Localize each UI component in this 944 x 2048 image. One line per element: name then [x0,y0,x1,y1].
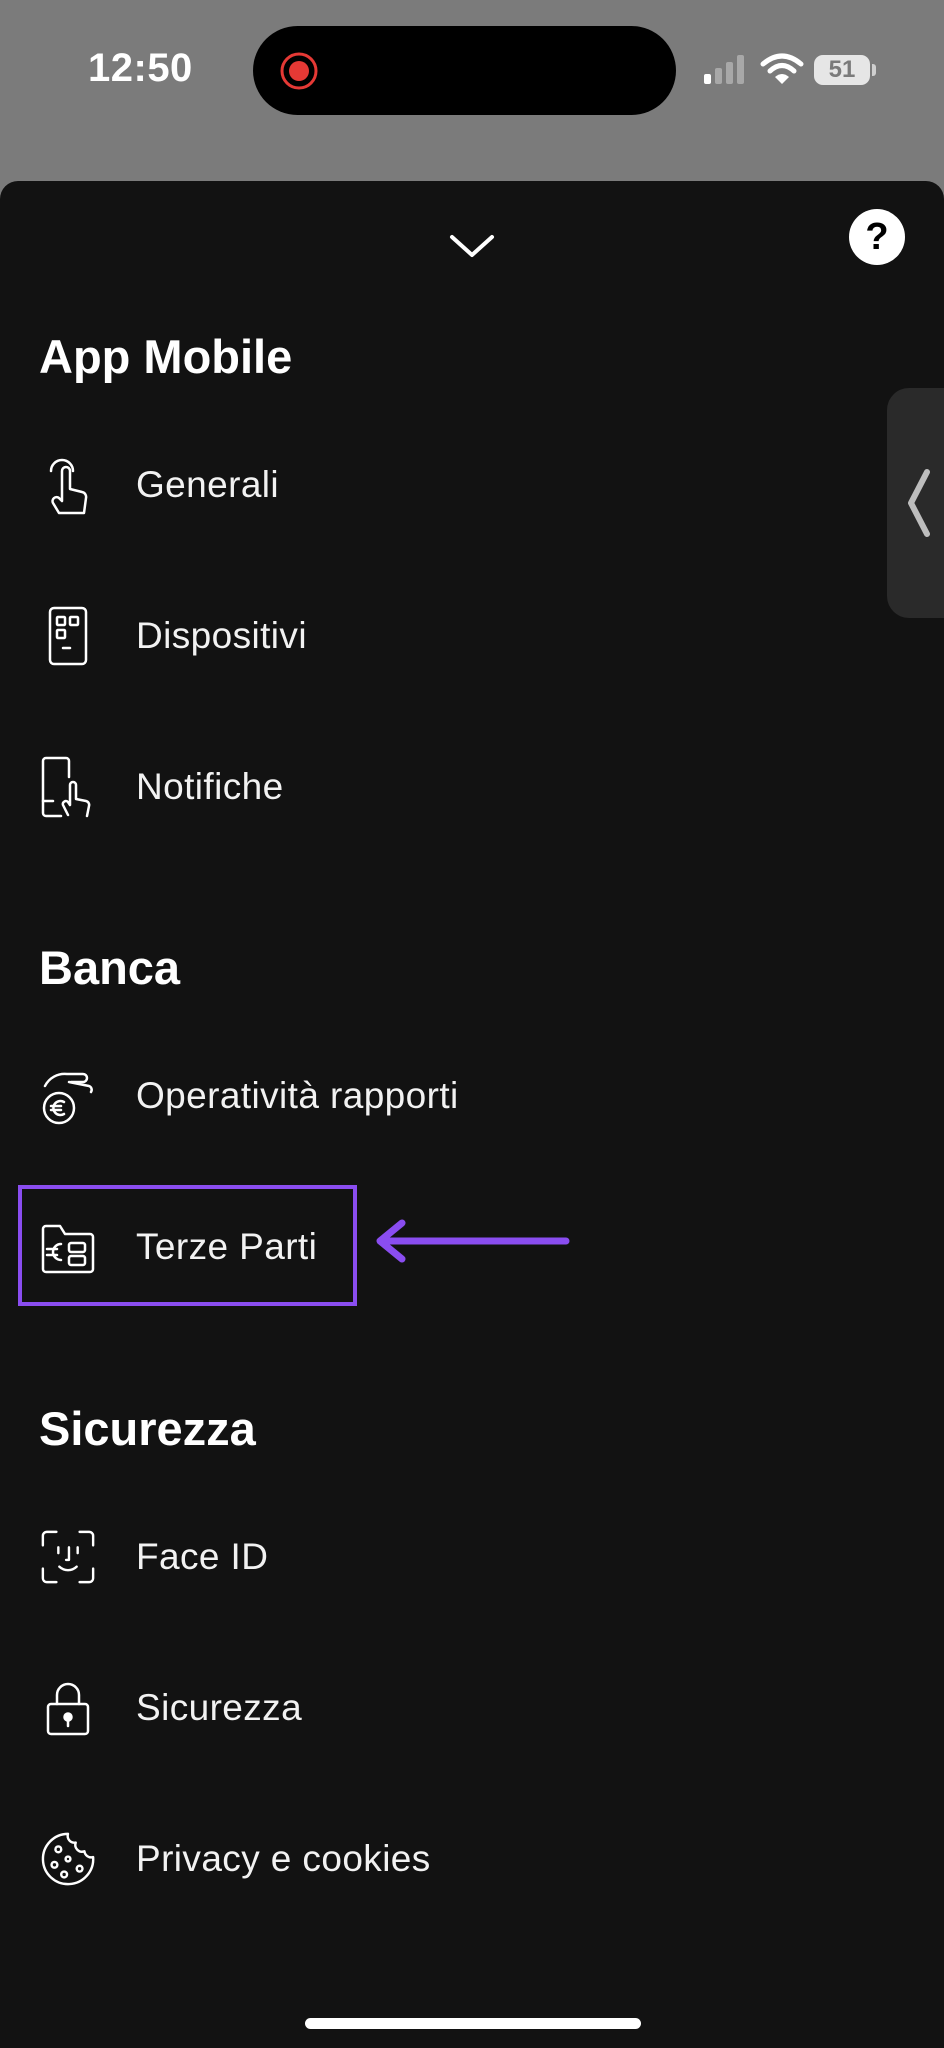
menu-item-label: Privacy e cookies [136,1838,431,1879]
status-time: 12:50 [88,46,193,90]
padlock-icon [39,1676,97,1740]
menu-item-generali[interactable]: Generali [39,445,839,525]
pointer-arrow-icon [376,1219,570,1263]
chevron-left-icon [908,469,930,537]
menu-item-privacy-e-cookies[interactable]: Privacy e cookies [39,1819,839,1899]
menu-item-face-id[interactable]: Face ID [39,1517,839,1597]
help-button[interactable]: ? [849,209,905,265]
hand-euro-coin-icon [39,1064,97,1128]
battery-indicator: 51 [814,55,870,85]
section-title-banca: Banca [39,941,181,994]
settings-sheet: ? App Mobile Generali Dispositivi Notifi… [0,181,944,2048]
section-title-app-mobile: App Mobile [39,330,293,383]
status-bar: 12:50 51 [0,0,944,140]
signal-icon [704,55,744,84]
section-title-sicurezza: Sicurezza [39,1402,256,1455]
menu-item-dispositivi[interactable]: Dispositivi [39,596,839,676]
highlight-box [18,1185,357,1306]
battery-tip [872,64,876,76]
menu-item-sicurezza[interactable]: Sicurezza [39,1668,839,1748]
face-id-icon [39,1525,97,1589]
menu-item-label: Dispositivi [136,615,307,656]
side-panel-tab[interactable] [887,388,944,618]
screen-recording-icon [280,52,318,90]
phone-tap-icon [39,755,97,819]
wifi-icon [760,53,804,84]
cookie-icon [39,1827,97,1891]
menu-item-label: Generali [136,464,280,505]
home-indicator[interactable] [305,2018,641,2029]
chevron-down-icon[interactable] [446,225,498,265]
menu-item-label: Operatività rapporti [136,1075,459,1116]
menu-item-label: Notifiche [136,766,284,807]
menu-item-label: Sicurezza [136,1687,303,1728]
device-icon [39,604,97,668]
menu-item-notifiche[interactable]: Notifiche [39,747,839,827]
menu-item-label: Face ID [136,1536,269,1577]
touch-finger-icon [39,453,97,517]
menu-item-operativita-rapporti[interactable]: Operatività rapporti [39,1056,839,1136]
